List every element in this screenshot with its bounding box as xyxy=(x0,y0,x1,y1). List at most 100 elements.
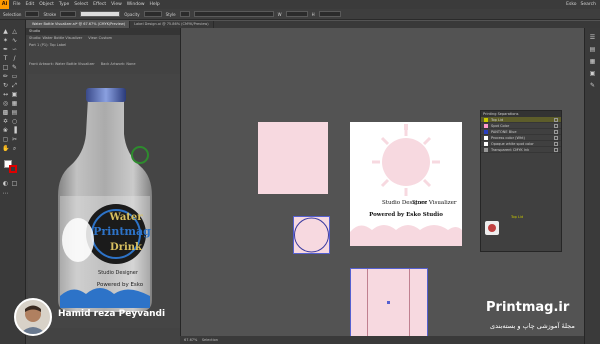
document-tabs: Water Bottle Visualizer.ai* @ 67.67% (CM… xyxy=(28,21,600,28)
search-field[interactable]: Search xyxy=(581,0,596,9)
eraser-tool-icon[interactable]: ▭ xyxy=(11,73,18,80)
status-tool: Selection xyxy=(201,338,218,342)
presenter-photo xyxy=(16,300,50,334)
free-transform-tool-icon[interactable]: ▣ xyxy=(11,91,18,98)
tools-panel: ▲ △ ✶ ∿ ✒ ∽ T / □ ✎ ✏ ▭ ↻ ⤢ ↔ ▣ ◎ ▦ ▩ ▤ … xyxy=(0,20,26,344)
artboard-label-artwork[interactable]: Studio Designer Store Visualizer Powered… xyxy=(350,122,462,246)
width-tool-icon[interactable]: ↔ xyxy=(2,91,9,98)
scale-tool-icon[interactable]: ⤢ xyxy=(11,82,18,89)
width-field[interactable] xyxy=(285,11,308,17)
tab-water-bottle[interactable]: Water Bottle Visualizer.ai* @ 67.67% (CM… xyxy=(28,21,131,28)
view-dropdown[interactable]: View: Custom xyxy=(88,35,112,42)
separations-panel: Printing Separations Top Lid Spot Color … xyxy=(480,110,562,252)
align-controls[interactable] xyxy=(193,11,274,17)
front-artwork-dropdown[interactable]: Front Artwork: Water Bottle Visualizer xyxy=(29,61,95,68)
artboard-text-line3: Powered by Esko Studio xyxy=(369,212,443,218)
more-tools-icon[interactable]: ⋯ xyxy=(2,190,9,197)
paintbrush-tool-icon[interactable]: ✎ xyxy=(11,64,18,71)
selection-tool-icon[interactable]: ▲ xyxy=(2,28,9,35)
zoom-level[interactable]: 67.67% xyxy=(184,338,197,342)
menu-effect[interactable]: Effect xyxy=(93,0,106,9)
draw-mode-icon[interactable]: ◐ xyxy=(2,180,9,187)
gradient-tool-icon[interactable]: ▤ xyxy=(11,109,18,116)
direct-selection-tool-icon[interactable]: △ xyxy=(11,28,18,35)
artboard-tool-icon[interactable]: ▢ xyxy=(2,136,9,143)
rotate-tool-icon[interactable]: ↻ xyxy=(2,82,9,89)
selection-label: Selection xyxy=(3,11,22,17)
stroke-color-swatch[interactable] xyxy=(9,165,17,173)
fill-swatch[interactable] xyxy=(25,11,40,17)
status-bar: 67.67% Selection xyxy=(180,336,584,344)
zoom-tool-icon[interactable]: ⌕ xyxy=(11,145,18,152)
workspace-menu[interactable]: Esko xyxy=(566,0,576,9)
artboard-text-line2: Store Visualizer xyxy=(412,200,457,206)
control-bar: Selection Stroke Opacity Style W H xyxy=(0,9,600,20)
separation-row[interactable]: Transparent CMYK Ink xyxy=(481,147,561,153)
artboard-cap[interactable] xyxy=(293,216,330,254)
perspective-grid-tool-icon[interactable]: ▦ xyxy=(11,100,18,107)
eyedropper-tool-icon[interactable]: ✡ xyxy=(2,118,9,125)
width-label: W xyxy=(277,11,282,17)
height-label: H xyxy=(311,11,315,17)
shaper-tool-icon[interactable]: ✏ xyxy=(2,73,9,80)
lasso-tool-icon[interactable]: ∿ xyxy=(11,37,18,44)
stroke-label: Stroke xyxy=(43,11,57,17)
panel-row-2: Part 1 (P1): Top Label xyxy=(26,42,180,49)
menu-view[interactable]: View xyxy=(111,0,122,9)
menu-select[interactable]: Select xyxy=(74,0,88,9)
panel-row-3: Front Artwork: Water Bottle Visualizer B… xyxy=(26,61,180,68)
presenter-avatar xyxy=(14,298,52,336)
type-tool-icon[interactable]: T xyxy=(2,55,9,62)
column-graph-tool-icon[interactable]: ▐ xyxy=(11,127,18,134)
brand-name: Printmag.ir xyxy=(486,300,570,315)
label-artwork: Studio Designer Store Visualizer Powered… xyxy=(350,124,462,246)
separations-footer: Top Lid xyxy=(511,215,524,219)
magic-wand-tool-icon[interactable]: ✶ xyxy=(2,37,9,44)
bottle-label-line5: Powered by Esko xyxy=(97,282,144,288)
style-label: Style xyxy=(165,11,176,17)
swatches-icon[interactable]: ▣ xyxy=(589,70,596,77)
menu-bar: Ai File Edit Object Type Select Effect V… xyxy=(0,0,600,9)
stroke-weight-field[interactable] xyxy=(60,11,77,17)
panel-row-1: Studio: Water Bottle Visualizer View: Cu… xyxy=(26,35,180,42)
curvature-tool-icon[interactable]: ∽ xyxy=(11,46,18,53)
cap-circle xyxy=(294,217,329,253)
properties-icon[interactable]: ☰ xyxy=(589,34,596,41)
cursor-highlight xyxy=(131,146,149,164)
menu-type[interactable]: Type xyxy=(59,0,69,9)
layers-icon[interactable]: ▤ xyxy=(589,46,596,53)
mesh-tool-icon[interactable]: ▩ xyxy=(2,109,9,116)
bottle-label-line2: Printmag xyxy=(93,225,151,238)
hand-tool-icon[interactable]: ✋ xyxy=(2,145,9,152)
panel-title: Studio xyxy=(26,28,180,35)
back-artwork-dropdown[interactable]: Back Artwork: None xyxy=(101,61,136,68)
height-field[interactable] xyxy=(318,11,341,17)
libraries-icon[interactable]: ▦ xyxy=(589,58,596,65)
bottle-cap xyxy=(86,88,126,102)
artboard-bottom-label[interactable] xyxy=(350,268,428,339)
opacity-field[interactable] xyxy=(143,11,162,17)
style-swatch[interactable] xyxy=(179,11,190,17)
brush-definition[interactable] xyxy=(80,11,121,17)
line-tool-icon[interactable]: / xyxy=(11,55,18,62)
tab-label-design[interactable]: Label Design.ai @ 75.86% (CMYK/Preview) xyxy=(130,21,214,28)
shape-builder-tool-icon[interactable]: ◎ xyxy=(2,100,9,107)
screen-mode-icon[interactable]: □ xyxy=(11,180,18,187)
separation-thumbnail[interactable] xyxy=(485,221,499,235)
right-panel-dock: ☰ ▤ ▦ ▣ ✎ xyxy=(584,28,600,344)
rectangle-tool-icon[interactable]: □ xyxy=(2,64,9,71)
menu-help[interactable]: Help xyxy=(150,0,160,9)
bottle-label-line3: Drink xyxy=(110,242,143,253)
symbol-sprayer-tool-icon[interactable]: ❀ xyxy=(2,127,9,134)
part-selector[interactable]: Part 1 (P1): Top Label xyxy=(29,42,66,49)
slice-tool-icon[interactable]: ✂ xyxy=(11,136,18,143)
menu-edit[interactable]: Edit xyxy=(26,0,35,9)
presenter-name: Hamid reza Peyvandi xyxy=(58,309,166,319)
brushes-icon[interactable]: ✎ xyxy=(589,82,596,89)
bottle-render: Water Printmag Drink Studio Designer Pow… xyxy=(58,88,152,312)
blend-tool-icon[interactable]: ○ xyxy=(11,118,18,125)
pen-tool-icon[interactable]: ✒ xyxy=(2,46,9,53)
studio-dropdown[interactable]: Studio: Water Bottle Visualizer xyxy=(29,35,82,42)
bottle-3d-viewport[interactable]: Water Printmag Drink Studio Designer Pow… xyxy=(28,74,180,328)
artboard-pink-square[interactable] xyxy=(258,122,328,194)
